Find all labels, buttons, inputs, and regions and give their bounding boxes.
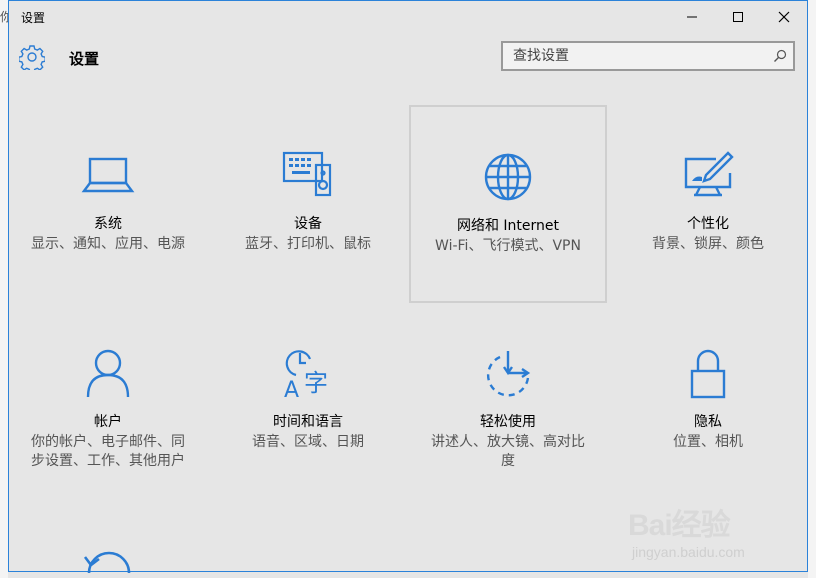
tile-label: 设备: [294, 216, 322, 232]
tile-label: 帐户: [94, 414, 122, 430]
watermark-brand: Bai经验: [628, 509, 731, 542]
tile-time-language[interactable]: A 字 时间和语言 语音、区域、日期: [209, 303, 407, 501]
svg-text:A: A: [284, 378, 299, 401]
gear-icon: [19, 45, 45, 70]
tile-network[interactable]: 网络和 Internet Wi-Fi、飞行模式、VPN: [409, 105, 607, 303]
tile-description: 语音、区域、日期: [252, 434, 364, 450]
tile-label: 时间和语言: [273, 414, 343, 430]
search-box[interactable]: [501, 41, 795, 71]
tile-label: 隐私: [694, 414, 722, 430]
title-bar[interactable]: 设置: [9, 1, 807, 33]
globe-icon: [484, 153, 532, 201]
page-title: 设置: [69, 50, 100, 68]
background-app-left: 你: [0, 0, 12, 578]
tile-devices[interactable]: 设备 蓝牙、打印机、鼠标: [209, 105, 407, 303]
maximize-button[interactable]: [715, 1, 761, 33]
tile-ease-of-access[interactable]: 轻松使用 讲述人、放大镜、高对比度: [409, 303, 607, 501]
search-icon[interactable]: [773, 49, 787, 63]
tile-label: 个性化: [687, 216, 729, 232]
user-icon: [86, 349, 130, 398]
watermark: Bai经验 jingyan.baidu.com: [622, 488, 792, 568]
tile-description: 讲述人、放大镜、高对比度: [431, 434, 585, 469]
personalization-icon: [684, 151, 734, 197]
search-input[interactable]: [503, 43, 783, 69]
ease-of-access-icon: [486, 351, 531, 397]
tile-description: 蓝牙、打印机、鼠标: [245, 236, 371, 252]
devices-icon: [282, 151, 332, 197]
background-app-right: [808, 0, 816, 578]
lock-icon: [690, 349, 726, 399]
maximize-icon: [733, 12, 743, 22]
update-icon[interactable]: [81, 543, 137, 573]
tile-label: 系统: [94, 216, 122, 232]
tile-description: 你的帐户、电子邮件、同步设置、工作、其他用户: [31, 434, 185, 469]
tile-system[interactable]: 系统 显示、通知、应用、电源: [9, 105, 207, 303]
close-button[interactable]: [761, 1, 807, 33]
tile-label: 网络和 Internet: [456, 218, 560, 234]
time-language-icon: A 字: [284, 350, 328, 401]
minimize-icon: [687, 16, 697, 18]
svg-text:字: 字: [304, 369, 328, 397]
settings-window: 设置 设置 系统 显示、通知、应用、电源: [8, 0, 808, 573]
close-icon: [778, 11, 790, 23]
window-title: 设置: [21, 11, 46, 25]
tile-personalization[interactable]: 个性化 背景、锁屏、颜色: [609, 105, 807, 303]
tile-description: 背景、锁屏、颜色: [652, 236, 764, 252]
watermark-url: jingyan.baidu.com: [632, 544, 745, 560]
tile-description: 位置、相机: [673, 434, 743, 450]
minimize-button[interactable]: [669, 1, 715, 33]
laptop-icon: [81, 157, 135, 193]
tile-description: 显示、通知、应用、电源: [31, 236, 185, 252]
tile-accounts[interactable]: 帐户 你的帐户、电子邮件、同步设置、工作、其他用户: [9, 303, 207, 501]
tile-description: Wi-Fi、飞行模式、VPN: [435, 238, 581, 254]
tile-label: 轻松使用: [480, 414, 536, 430]
tile-privacy[interactable]: 隐私 位置、相机: [609, 303, 807, 501]
